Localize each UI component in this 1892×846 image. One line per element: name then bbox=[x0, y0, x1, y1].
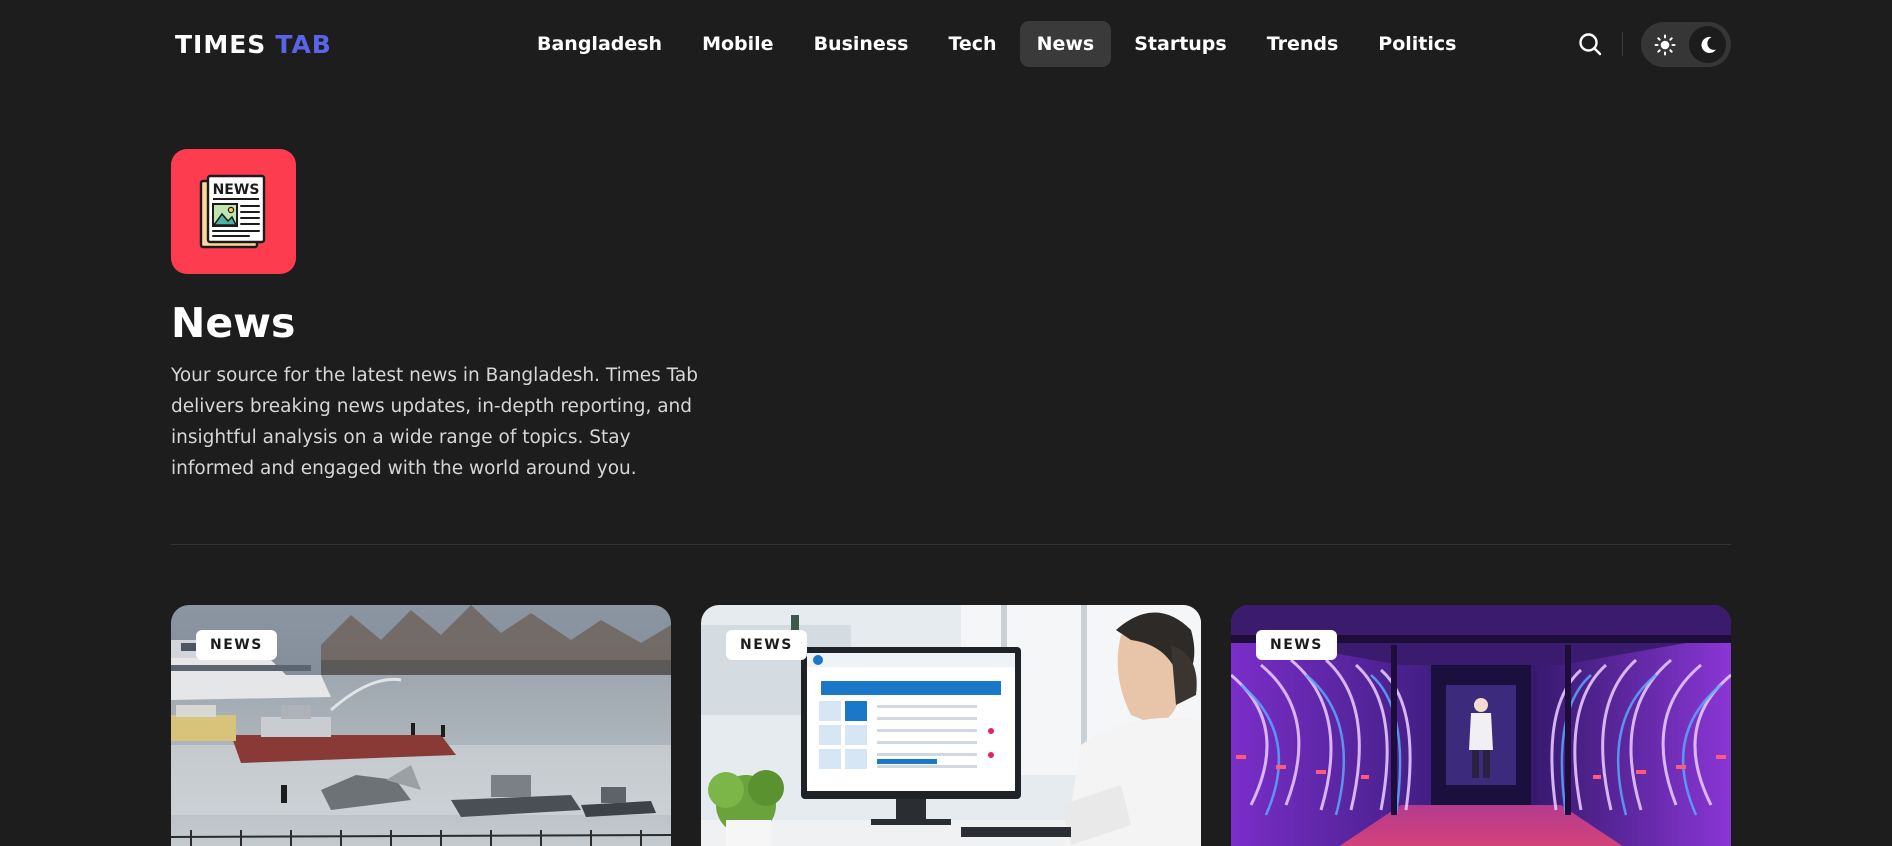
newspaper-icon: NEWS bbox=[199, 174, 266, 249]
article-card[interactable]: NEWS bbox=[701, 605, 1201, 846]
theme-toggle bbox=[1641, 22, 1731, 67]
search-button[interactable] bbox=[1576, 30, 1604, 58]
nav-item-business[interactable]: Business bbox=[797, 21, 926, 67]
newspaper-icon-text: NEWS bbox=[213, 182, 260, 198]
nav-item-news[interactable]: News bbox=[1019, 21, 1112, 67]
sun-icon bbox=[1654, 34, 1675, 55]
logo-word-tab: TAB bbox=[275, 29, 332, 59]
article-card[interactable]: NEWS bbox=[171, 605, 671, 846]
nav-item-startups[interactable]: Startups bbox=[1117, 21, 1243, 67]
category-badge[interactable]: NEWS bbox=[1256, 630, 1337, 660]
site-logo[interactable]: TIMES TAB bbox=[175, 29, 332, 59]
dark-mode-button[interactable] bbox=[1689, 26, 1726, 63]
nav-item-mobile[interactable]: Mobile bbox=[685, 21, 790, 67]
category-badge[interactable]: NEWS bbox=[726, 630, 807, 660]
nav-item-bangladesh[interactable]: Bangladesh bbox=[520, 21, 679, 67]
search-icon bbox=[1579, 33, 1602, 56]
category-description: Your source for the latest news in Bangl… bbox=[171, 365, 698, 479]
main-nav: Bangladesh Mobile Business Tech News Sta… bbox=[520, 21, 1473, 67]
page-title: News bbox=[171, 299, 296, 347]
nav-item-trends[interactable]: Trends bbox=[1250, 21, 1356, 67]
moon-icon bbox=[1700, 36, 1716, 53]
category-badge[interactable]: NEWS bbox=[196, 630, 277, 660]
light-mode-button[interactable] bbox=[1646, 26, 1683, 63]
page: TIMES TAB Bangladesh Mobile Business Tec… bbox=[0, 0, 1892, 846]
section-divider bbox=[171, 544, 1731, 545]
nav-item-tech[interactable]: Tech bbox=[931, 21, 1013, 67]
header-divider bbox=[1622, 32, 1623, 56]
nav-item-politics[interactable]: Politics bbox=[1361, 21, 1473, 67]
site-header: TIMES TAB Bangladesh Mobile Business Tec… bbox=[0, 0, 1892, 88]
logo-word-times: TIMES bbox=[175, 29, 267, 59]
category-icon-tile: NEWS bbox=[171, 149, 296, 274]
article-card[interactable]: NEWS bbox=[1231, 605, 1731, 846]
